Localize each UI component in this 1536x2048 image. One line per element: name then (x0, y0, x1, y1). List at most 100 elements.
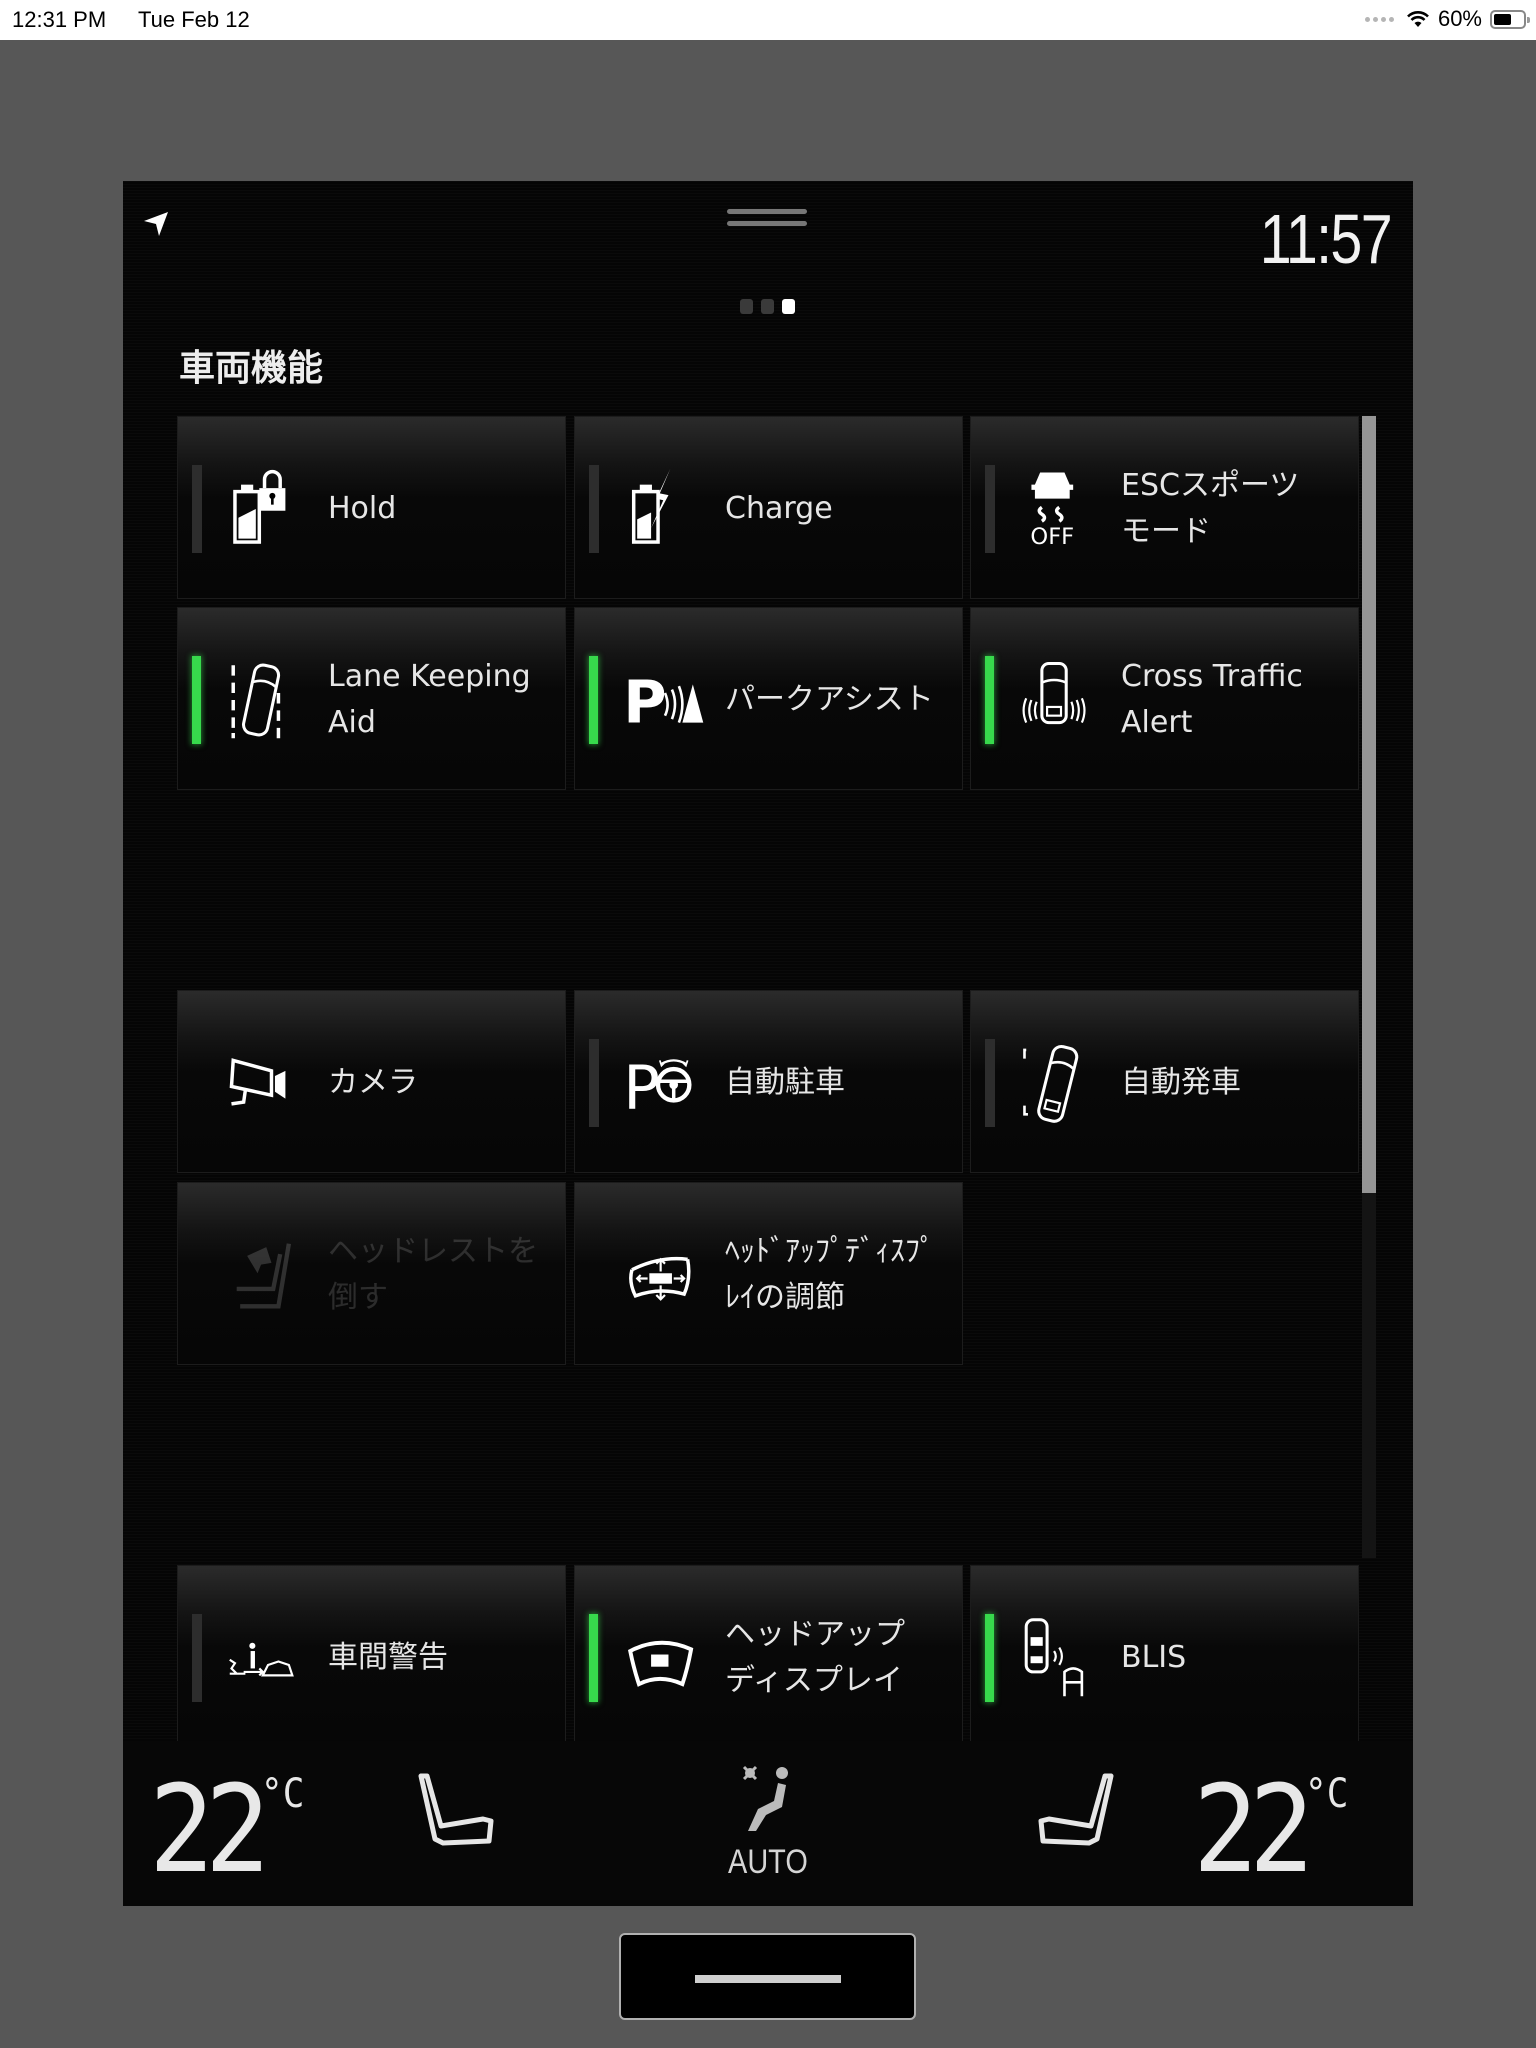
tile-charge[interactable]: Charge (574, 416, 963, 599)
tile-label-line: 車間警告 (328, 1639, 448, 1675)
tile-label-line: BLIS (1121, 1639, 1187, 1675)
tile-label: パークアシスト (725, 608, 957, 791)
seat-right-icon[interactable] (1029, 1771, 1119, 1851)
battery-percent: 60% (1437, 6, 1482, 31)
top-drag-handle[interactable] (727, 209, 807, 231)
tile-label: 自動駐車 (725, 991, 957, 1174)
battery-level-fill (1494, 13, 1511, 25)
tile-label: ヘッドレストを 倒す (328, 1183, 560, 1366)
camera-icon (229, 1058, 286, 1106)
tile-label-line: Lane Keeping (328, 658, 531, 694)
status-indicator-on (985, 656, 994, 744)
battery-charge-icon (631, 469, 671, 544)
esc-off-icon: OFF (1030, 472, 1074, 550)
tile-label: Lane Keeping Aid (328, 608, 560, 791)
tile-label: ﾍｯﾄﾞｱｯﾌﾟﾃﾞｨｽﾌﾟ ﾚｲの調節 (725, 1183, 957, 1366)
tile-label: 車間警告 (328, 1566, 560, 1749)
tile-lane-keeping[interactable]: Lane Keeping Aid (177, 607, 566, 790)
tile-label: ヘッドアップ ディスプレイ (725, 1566, 957, 1749)
scrollbar-thumb[interactable] (1362, 416, 1376, 1193)
tile-label: Cross Traffic Alert (1121, 608, 1353, 791)
tile-camera[interactable]: カメラ (177, 990, 566, 1173)
status-date: Tue Feb 12 (138, 7, 250, 32)
tile-label: Charge (725, 417, 957, 600)
status-bar: 12:31 PM Tue Feb 12 60% (0, 0, 1536, 40)
tile-hold[interactable]: Hold (177, 416, 566, 599)
park-assist-icon: P (625, 668, 704, 737)
tile-headrest[interactable]: ヘッドレストを 倒す (177, 1182, 566, 1365)
car-screen: 11:57 車両機能 Hold Charge OFF ESCスポーツ モード Lane K… (123, 181, 1413, 1906)
status-indicator-off (192, 1614, 202, 1702)
page-indicator (740, 299, 795, 314)
home-button-bar (695, 1975, 841, 1983)
svg-text:P: P (625, 1054, 660, 1124)
tile-label-line: パークアシスト (725, 681, 934, 717)
svg-text:OFF: OFF (1030, 524, 1074, 550)
status-indicator-off (589, 465, 599, 553)
tile-label-line: ヘッドレストを (328, 1233, 538, 1269)
tile-auto-park[interactable]: P 自動駐車 (574, 990, 963, 1173)
tile-hud[interactable]: ヘッドアップ ディスプレイ (574, 1565, 963, 1748)
tile-label: 自動発車 (1121, 991, 1353, 1174)
section-title: 車両機能 (179, 348, 324, 389)
tile-label-line: モード (1121, 513, 1211, 549)
temp-unit: °C (1305, 1771, 1349, 1817)
status-indicator-off (985, 1039, 995, 1127)
navigation-arrow-icon[interactable] (141, 209, 171, 239)
home-button[interactable] (619, 1933, 916, 2020)
passenger-temp-value: 22 (1193, 1761, 1314, 1900)
status-indicator-off (589, 1039, 599, 1127)
tile-blis[interactable]: BLIS (970, 1565, 1359, 1748)
page-dot[interactable] (782, 299, 795, 314)
tile-park-assist[interactable]: P パークアシスト (574, 607, 963, 790)
tile-label: ESCスポーツ モード (1121, 417, 1353, 600)
tile-label-line: Hold (328, 490, 397, 526)
hud-adjust-icon (629, 1256, 691, 1301)
tile-auto-start[interactable]: 自動発車 (970, 990, 1359, 1173)
driver-temperature[interactable]: 22°C (149, 1761, 304, 1900)
tile-label-line: カメラ (328, 1064, 418, 1100)
page-dot[interactable] (761, 299, 774, 314)
tile-distance-alert[interactable]: 車間警告 (177, 1565, 566, 1748)
headrest-fold-icon (236, 1243, 292, 1309)
status-indicator-on (192, 656, 201, 744)
fan-mode-label: AUTO (728, 1843, 808, 1881)
tile-label-line: 倒す (328, 1279, 388, 1315)
passenger-temperature[interactable]: 22°C (1193, 1761, 1348, 1900)
park-steering-icon: P (625, 1054, 692, 1124)
status-indicator-on (589, 656, 598, 744)
status-time: 12:31 PM (12, 7, 107, 32)
status-indicator-on (985, 1614, 994, 1702)
tile-hud-adjust[interactable]: ﾍｯﾄﾞｱｯﾌﾟﾃﾞｨｽﾌﾟ ﾚｲの調節 (574, 1182, 963, 1365)
wifi-icon (1407, 11, 1429, 27)
tile-label: Hold (328, 417, 560, 600)
tile-label-line: ﾍｯﾄﾞｱｯﾌﾟﾃﾞｨｽﾌﾟ (725, 1233, 935, 1269)
page-dot[interactable] (740, 299, 753, 314)
cross-traffic-icon (1022, 661, 1086, 725)
scrollbar[interactable] (1362, 416, 1376, 1558)
tile-label-line: Charge (725, 490, 833, 526)
status-right: 60% (1364, 6, 1530, 32)
seat-left-icon[interactable] (413, 1771, 503, 1851)
hud-icon (628, 1640, 694, 1687)
distance-alert-icon (229, 1642, 294, 1677)
driver-temp-value: 22 (149, 1761, 270, 1900)
tile-label-line: ディスプレイ (725, 1662, 903, 1698)
cellular-signal-icon (1364, 16, 1394, 22)
tile-label-line: 自動発車 (1121, 1064, 1241, 1100)
tile-label-line: Aid (328, 704, 376, 740)
climate-auto-icon (742, 1765, 788, 1831)
tile-label: BLIS (1121, 1566, 1353, 1749)
tile-cross-traffic[interactable]: Cross Traffic Alert (970, 607, 1359, 790)
tile-label-line: Cross Traffic (1121, 658, 1303, 694)
svg-text:P: P (625, 668, 667, 737)
status-indicator-off (985, 465, 995, 553)
tile-label-line: 自動駐車 (725, 1064, 845, 1100)
climate-auto-button[interactable]: AUTO (713, 1761, 823, 1891)
battery-lock-icon (233, 469, 286, 544)
tile-label: カメラ (328, 991, 560, 1174)
climate-bar: 22°C AUTO 22°C (123, 1741, 1413, 1906)
status-indicator-on (589, 1614, 598, 1702)
tile-esc-sport[interactable]: OFF ESCスポーツ モード (970, 416, 1359, 599)
car-start-icon (1023, 1044, 1079, 1123)
